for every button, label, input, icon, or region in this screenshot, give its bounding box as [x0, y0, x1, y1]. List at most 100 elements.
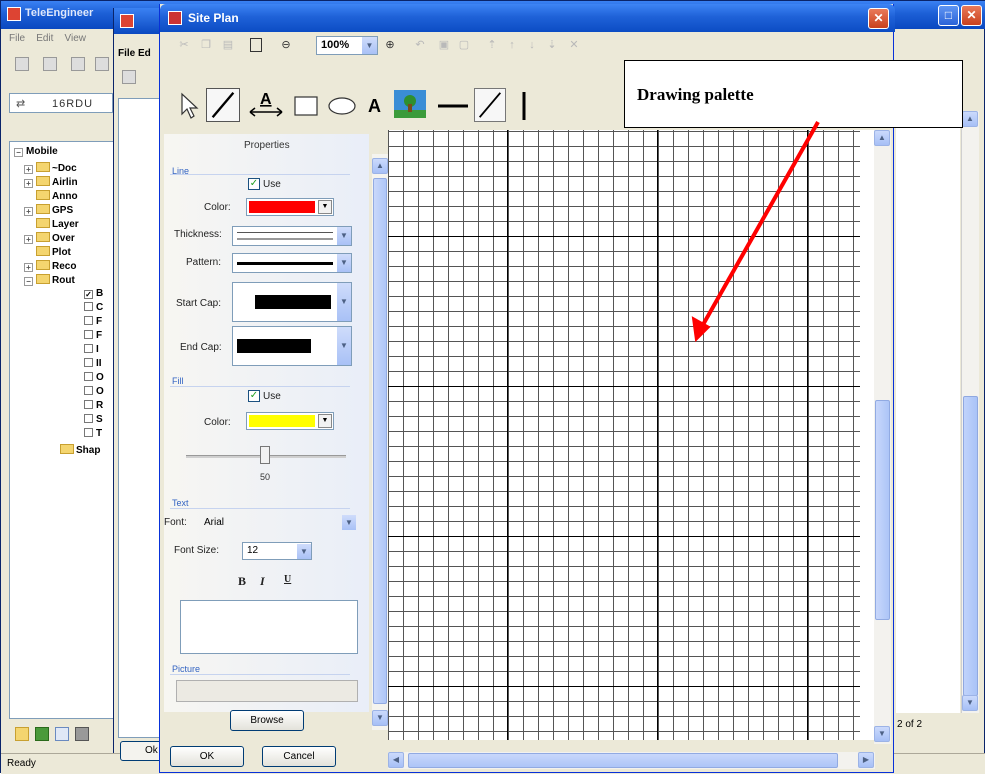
- line-tool-icon[interactable]: [206, 88, 240, 122]
- tree-item[interactable]: + Over: [24, 232, 75, 246]
- line-use-checkbox[interactable]: ✓: [248, 178, 260, 190]
- menu-view[interactable]: View: [64, 33, 86, 44]
- tree-item[interactable]: Anno: [36, 190, 78, 204]
- bold-button[interactable]: B: [238, 574, 246, 589]
- font-select[interactable]: Arial ▼: [202, 514, 356, 532]
- cut-icon[interactable]: ✂: [176, 37, 192, 53]
- picture-path-field[interactable]: [176, 680, 358, 702]
- pattern-select[interactable]: ▼: [232, 253, 352, 273]
- canvas-grid[interactable]: [388, 130, 860, 740]
- scroll-up-icon[interactable]: ▲: [372, 158, 388, 174]
- send-to-back-icon[interactable]: ⇣: [544, 37, 560, 53]
- pointer-icon[interactable]: [178, 88, 202, 122]
- tree-subitem[interactable]: S: [84, 414, 103, 428]
- line-color-picker[interactable]: ▼: [246, 198, 334, 216]
- scroll-right-icon[interactable]: ▶: [858, 752, 874, 768]
- tree-subitem[interactable]: O: [84, 372, 104, 386]
- tree-root[interactable]: − Mobile: [14, 146, 58, 160]
- checkbox[interactable]: [84, 330, 93, 339]
- collapse-icon[interactable]: −: [14, 148, 23, 157]
- checkbox[interactable]: [84, 358, 93, 367]
- scroll-thumb[interactable]: [373, 178, 387, 704]
- document-scrollbar[interactable]: ▲ ▼: [961, 111, 979, 713]
- route-field[interactable]: ⇄ 16RDU: [9, 93, 113, 113]
- tree-item[interactable]: Layer: [36, 218, 79, 232]
- scroll-down-icon[interactable]: ▼: [372, 710, 388, 726]
- tree-subitem[interactable]: C: [84, 302, 103, 316]
- tree-item[interactable]: + Airlin: [24, 176, 78, 190]
- copy-icon[interactable]: ❐: [198, 37, 214, 53]
- scroll-thumb[interactable]: [875, 400, 890, 620]
- chevron-down-icon[interactable]: ▼: [337, 254, 351, 272]
- checkbox[interactable]: [84, 414, 93, 423]
- tree-item[interactable]: Plot: [36, 246, 71, 260]
- chevron-down-icon[interactable]: ▼: [342, 515, 356, 530]
- new-page-icon[interactable]: [250, 38, 262, 52]
- menu-edit[interactable]: Edit: [36, 33, 53, 44]
- chevron-down-icon[interactable]: ▼: [337, 283, 351, 321]
- text-tool-icon[interactable]: A: [364, 88, 388, 122]
- chevron-down-icon[interactable]: ▼: [337, 227, 351, 245]
- chevron-down-icon[interactable]: ▼: [318, 414, 332, 428]
- scroll-thumb[interactable]: [408, 753, 838, 768]
- canvas-vertical-scrollbar[interactable]: ▲ ▼: [874, 130, 891, 744]
- fill-color-picker[interactable]: ▼: [246, 412, 334, 430]
- open-icon[interactable]: [43, 57, 57, 71]
- chevron-down-icon[interactable]: ▼: [362, 37, 377, 54]
- ok-button[interactable]: OK: [170, 746, 244, 767]
- horizontal-line-icon[interactable]: [434, 88, 472, 122]
- tree-subitem[interactable]: R: [84, 400, 103, 414]
- zoom-select[interactable]: 100% ▼: [316, 36, 378, 55]
- fill-use-checkbox[interactable]: ✓: [248, 390, 260, 402]
- tree-item[interactable]: + ~Doc: [24, 162, 77, 176]
- scroll-left-icon[interactable]: ◀: [388, 752, 404, 768]
- print-icon[interactable]: [122, 70, 136, 84]
- send-backward-icon[interactable]: ↓: [524, 37, 540, 53]
- scroll-up-icon[interactable]: ▲: [962, 111, 978, 127]
- tree-subitem[interactable]: I: [84, 344, 99, 358]
- tree-subitem[interactable]: T: [84, 428, 102, 442]
- delete-icon[interactable]: ✕: [566, 37, 582, 53]
- ungroup-icon[interactable]: ▢: [456, 37, 472, 53]
- scroll-down-icon[interactable]: ▼: [962, 695, 978, 711]
- tree-subitem[interactable]: ✓ B: [84, 288, 103, 302]
- tree-subitem[interactable]: F: [84, 316, 102, 330]
- tree-subitem[interactable]: O: [84, 386, 104, 400]
- bring-to-front-icon[interactable]: ⇡: [484, 37, 500, 53]
- checkbox[interactable]: [84, 400, 93, 409]
- folder-tab-icon[interactable]: [15, 727, 29, 741]
- scroll-thumb[interactable]: [963, 396, 978, 696]
- checkbox[interactable]: [84, 428, 93, 437]
- layer-tree[interactable]: − Mobile + ~Doc + Airlin Anno + GPS Layer + O…: [9, 141, 117, 719]
- opacity-slider-thumb[interactable]: [260, 446, 270, 464]
- tree-subitem[interactable]: F: [84, 330, 102, 344]
- checkbox[interactable]: [84, 386, 93, 395]
- checkbox[interactable]: [84, 372, 93, 381]
- rectangle-tool-icon[interactable]: [292, 88, 322, 122]
- checkbox[interactable]: [84, 316, 93, 325]
- scroll-down-icon[interactable]: ▼: [874, 726, 890, 742]
- canvas-horizontal-scrollbar[interactable]: ◀ ▶: [388, 752, 875, 769]
- undo-icon[interactable]: ↶: [412, 37, 428, 53]
- new-icon[interactable]: [15, 57, 29, 71]
- checkbox[interactable]: ✓: [84, 290, 93, 299]
- vertical-line-icon[interactable]: [514, 88, 534, 122]
- close-button[interactable]: ✕: [868, 8, 889, 29]
- picture-tool-icon[interactable]: [390, 88, 430, 122]
- group-icon[interactable]: ▣: [436, 37, 452, 53]
- font-size-select[interactable]: 12 ▼: [242, 542, 312, 560]
- tree-subitem[interactable]: II: [84, 358, 102, 372]
- map-tab-icon[interactable]: [35, 727, 49, 741]
- tree-item[interactable]: + GPS: [24, 204, 73, 218]
- list-tab-icon[interactable]: [55, 727, 69, 741]
- italic-button[interactable]: I: [260, 574, 265, 589]
- underline-button[interactable]: U: [284, 574, 291, 585]
- secondary-menu[interactable]: File Ed: [118, 48, 151, 59]
- zoom-out-icon[interactable]: ⊖: [278, 37, 294, 53]
- save-icon[interactable]: [71, 57, 85, 71]
- dimension-tool-icon[interactable]: A: [246, 88, 286, 122]
- chevron-down-icon[interactable]: ▼: [318, 200, 332, 214]
- checkbox[interactable]: [84, 302, 93, 311]
- thickness-select[interactable]: ▼: [232, 226, 352, 246]
- tools-tab-icon[interactable]: [75, 727, 89, 741]
